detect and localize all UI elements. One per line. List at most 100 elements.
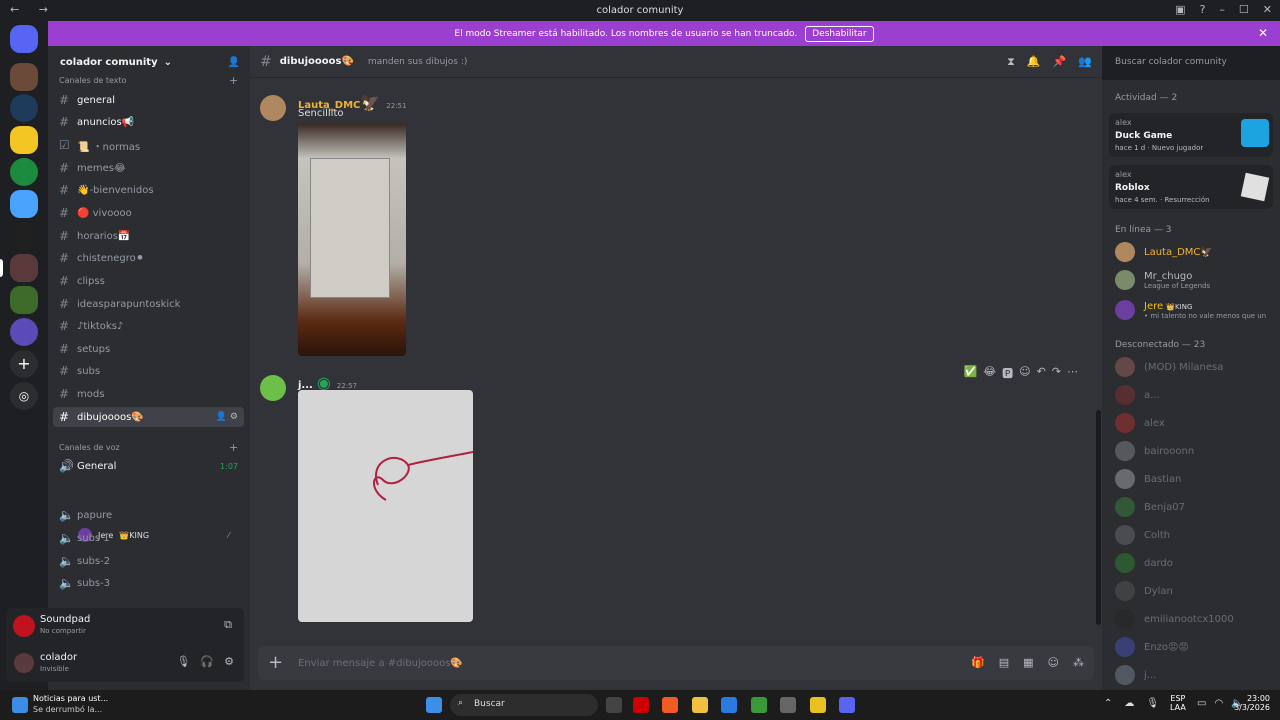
voice-channel-papure[interactable]: 🔈 papure [53,505,244,525]
emoji-icon[interactable]: ☺ [1048,656,1059,669]
category-text[interactable]: Canales de texto [59,76,127,85]
channel-anuncios[interactable]: # anuncios 📢 [53,112,244,132]
disable-button[interactable]: Deshabilitar [805,25,874,42]
member-offline[interactable]: Colth [1115,525,1170,545]
member-offline[interactable]: j... [1115,665,1156,685]
attach-plus-icon[interactable]: + [268,652,283,673]
members-icon[interactable]: 👥 [1078,55,1092,69]
more-icon[interactable]: ⋯ [1067,365,1078,381]
activity-card[interactable]: alex Duck Game hace 1 d · Nuevo jugador [1109,113,1273,157]
windows-start-icon[interactable] [426,697,442,713]
server-icon[interactable] [10,126,38,154]
language-indicator[interactable]: ESP LAA [1170,694,1186,712]
member-offline[interactable]: bairooonn [1115,441,1194,461]
drawing-image[interactable] [298,390,473,622]
channel-chistenegro[interactable]: # chistenegro ⚫ [53,248,244,268]
member-offline[interactable]: Bastian [1115,469,1181,489]
app-icon[interactable] [810,697,826,713]
avatar[interactable] [14,653,34,673]
maximize-button[interactable]: ☐ [1239,3,1249,16]
file-explorer-icon[interactable] [692,697,708,713]
avatar[interactable] [260,375,286,401]
server-icon[interactable] [10,94,38,122]
gear-icon[interactable]: ⚙ [224,655,234,668]
category-voice[interactable]: Canales de voz [59,443,120,452]
channel-general[interactable]: # general [53,90,244,110]
add-channel-icon[interactable]: + [229,74,238,87]
task-view-icon[interactable] [606,697,622,713]
channel-topic[interactable]: manden sus dibujos :) [368,57,467,67]
mic-tray-icon[interactable]: 🎙 [1146,698,1159,709]
channel-setups[interactable]: # setups [53,339,244,359]
channel-dibujoooos[interactable]: # dibujoooos 🎨 👤 ⚙ [53,407,244,427]
search-input[interactable]: Buscar colador comunity [1108,53,1272,73]
member-offline[interactable]: Dylan [1115,581,1173,601]
member-jere[interactable]: Jere 👑KING • mi talento no vale menos que… [1115,300,1266,320]
channel-ideasparapuntoskick[interactable]: # ideasparapuntoskick [53,294,244,314]
reply-icon[interactable]: ↶ [1037,365,1046,381]
member-offline[interactable]: emilianootcx1000 [1115,609,1234,629]
taskbar-search[interactable]: ⌕ Buscar [450,694,598,716]
add-server-icon[interactable]: + [10,350,38,378]
server-icon-colador[interactable] [10,254,38,282]
close-icon[interactable]: ✕ [1258,26,1268,40]
headphones-icon[interactable]: 🎧 [200,655,214,668]
member-offline[interactable]: a... [1115,385,1160,405]
channel-normas[interactable]: ☑ 📜 ・normas [53,135,244,155]
help-icon[interactable]: ? [1200,3,1206,16]
close-window-button[interactable]: ✕ [1263,3,1272,16]
news-widget-icon[interactable] [12,697,28,713]
minimize-button[interactable]: – [1219,3,1225,16]
apps-icon[interactable]: ⁂ [1073,656,1084,669]
channel-tiktoks[interactable]: # ♪tiktoks♪ [53,316,244,336]
member-offline[interactable]: Benja07 [1115,497,1185,517]
news-title[interactable]: Noticias para ust... [33,694,108,703]
cloud-icon[interactable]: ☁ [1124,698,1134,709]
bell-icon[interactable]: 🔔 [1027,55,1041,69]
drawing-image[interactable] [298,124,406,356]
threads-icon[interactable]: ⧗ [1007,55,1015,69]
pin-icon[interactable]: 📌 [1053,55,1067,69]
server-icon[interactable] [10,158,38,186]
member-offline[interactable]: (MOD) Milanesa [1115,357,1223,377]
discord-taskbar-icon[interactable] [839,697,855,713]
voice-channel-subs-3[interactable]: 🔈 subs-3 [53,573,244,593]
channel-settings-icon[interactable]: 👤 ⚙ [216,412,238,422]
p-reaction-icon[interactable]: 🅿 [1002,365,1013,381]
chevron-up-icon[interactable]: ⌃ [1104,698,1112,709]
server-header[interactable]: colador comunity ⌄ 👤 [48,46,250,78]
screen-share-icon[interactable]: ⧉ [224,618,232,632]
avatar[interactable] [260,95,286,121]
discover-icon[interactable]: ◎ [10,382,38,410]
discord-home-icon[interactable] [10,25,38,53]
brave-icon[interactable] [662,697,678,713]
minecraft-icon[interactable] [751,697,767,713]
server-icon[interactable] [10,286,38,314]
channel-subs[interactable]: # subs [53,361,244,381]
gift-icon[interactable]: 🎁 [971,656,985,669]
check-reaction-icon[interactable]: ✅ [964,365,978,381]
server-icon[interactable] [10,318,38,346]
sticker-icon[interactable]: ▦ [1023,656,1033,669]
channel-bienvenidos[interactable]: # 👋-bienvenidos [53,180,244,200]
gif-icon[interactable]: ▤ [999,656,1009,669]
activity-card[interactable]: alex Roblox hace 4 sem. · Resurrección [1109,165,1273,209]
message-composer[interactable]: + Enviar mensaje a #dibujoooos🎨 🎁 ▤ ▦ ☺ … [258,646,1094,680]
youtube-icon[interactable] [633,697,649,713]
voice-channel-general[interactable]: 🔊 General 1:07 [53,456,244,476]
member-offline[interactable]: dardo [1115,553,1173,573]
inbox-icon[interactable]: ▣ [1175,3,1185,16]
server-icon[interactable] [10,63,38,91]
store-icon[interactable] [721,697,737,713]
channel-clipss[interactable]: # clipss [53,271,244,291]
member-offline[interactable]: Enzo😡😡 [1115,637,1189,657]
channel-vivoooo[interactable]: # 🔴 vivoooo [53,203,244,223]
channel-memes[interactable]: # memes 😂 [53,158,244,178]
mic-icon[interactable]: 🎙 [176,655,190,668]
chat-scrollbar[interactable] [1096,410,1101,625]
forward-icon[interactable]: ↷ [1052,365,1061,381]
add-voice-channel-icon[interactable]: + [229,441,238,454]
voice-channel-subs-1[interactable]: 🔈 subs 1 [53,528,244,548]
clock[interactable]: 23:00 3/3/2026 [1232,694,1270,712]
channel-horarios[interactable]: # horarios 📅 [53,226,244,246]
